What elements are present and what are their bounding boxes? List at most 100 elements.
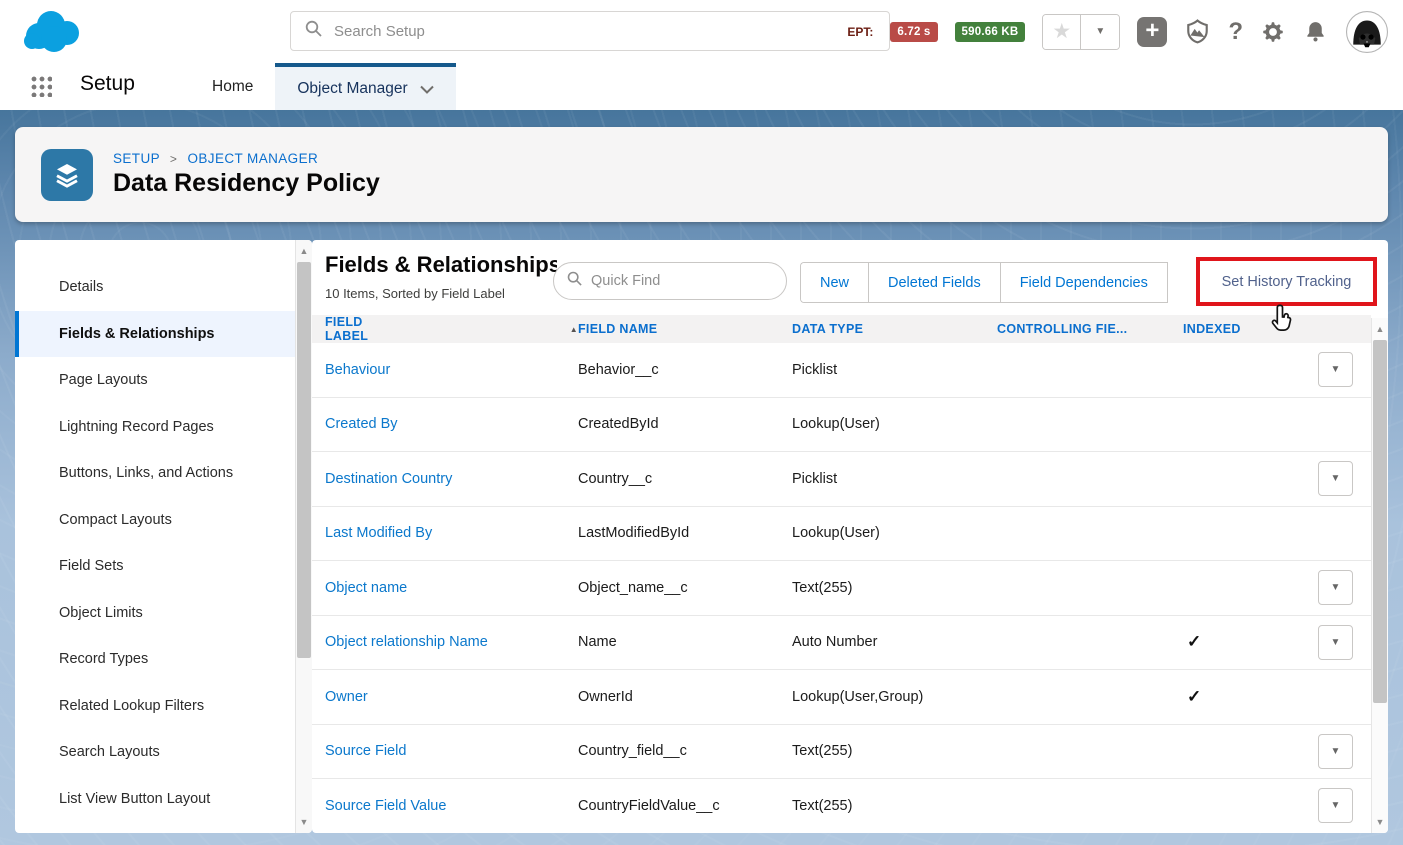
- scroll-up-arrow-icon[interactable]: ▲: [1372, 324, 1388, 334]
- ept-size-badge: 590.66 KB: [954, 21, 1026, 42]
- object-sidebar: Details Fields & Relationships Page Layo…: [15, 240, 312, 833]
- field-name-value: OwnerId: [578, 688, 633, 705]
- sidebar-item-search-layouts[interactable]: Search Layouts: [15, 729, 312, 776]
- annotation-highlight-box: Set History Tracking: [1196, 257, 1377, 306]
- field-label-link[interactable]: Object name: [325, 580, 407, 596]
- breadcrumb-setup-link[interactable]: SETUP: [113, 151, 160, 166]
- set-history-tracking-button[interactable]: Set History Tracking: [1200, 261, 1373, 302]
- global-search-box[interactable]: [290, 11, 890, 51]
- sidebar-item-list-view-button-layout[interactable]: List View Button Layout: [15, 776, 312, 823]
- deleted-fields-button[interactable]: Deleted Fields: [869, 263, 1001, 302]
- sidebar-item-page-layouts[interactable]: Page Layouts: [15, 357, 312, 404]
- scrollbar-thumb[interactable]: [297, 262, 311, 658]
- trailhead-help-icon[interactable]: [1184, 18, 1211, 45]
- field-label-link[interactable]: Source Field: [325, 743, 406, 759]
- sidebar-item-details[interactable]: Details: [15, 264, 312, 311]
- salesforce-setup-page: EPT: 6.72 s 590.66 KB ★ ▼ + ?: [0, 0, 1403, 845]
- salesforce-logo-icon: [18, 6, 88, 61]
- table-scrollbar[interactable]: ▲ ▼: [1371, 318, 1388, 833]
- sidebar-item-record-types[interactable]: Record Types: [15, 636, 312, 683]
- field-name-value: CountryFieldValue__c: [578, 797, 720, 814]
- row-actions-dropdown-button[interactable]: ▼: [1318, 624, 1353, 660]
- column-controlling-field[interactable]: CONTROLLING FIE...: [997, 322, 1183, 336]
- row-actions-dropdown-button[interactable]: ▼: [1318, 733, 1353, 769]
- sidebar-item-field-sets[interactable]: Field Sets: [15, 543, 312, 590]
- sidebar-item-object-limits[interactable]: Object Limits: [15, 590, 312, 637]
- mouse-cursor-icon: [1269, 302, 1301, 341]
- sidebar-item-related-lookup-filters[interactable]: Related Lookup Filters: [15, 683, 312, 730]
- field-name-value: LastModifiedById: [578, 525, 690, 542]
- field-label-link[interactable]: Source Field Value: [325, 798, 446, 814]
- table-row: Source Field Country_field__c Text(255) …: [312, 725, 1371, 779]
- data-type-value: Picklist: [792, 361, 838, 378]
- field-label-link[interactable]: Created By: [325, 416, 398, 432]
- help-icon[interactable]: ?: [1228, 18, 1243, 46]
- table-row: Owner OwnerId Lookup(User,Group) ✓: [312, 670, 1371, 725]
- object-header-card: SETUP > OBJECT MANAGER Data Residency Po…: [15, 127, 1388, 222]
- global-search-input[interactable]: [334, 22, 860, 40]
- quick-find-box[interactable]: [553, 262, 787, 300]
- data-type-value: Lookup(User): [792, 416, 880, 433]
- app-launcher-icon[interactable]: [30, 75, 52, 97]
- search-icon: [567, 271, 582, 291]
- sidebar-item-lightning-record-pages[interactable]: Lightning Record Pages: [15, 404, 312, 451]
- data-type-value: Text(255): [792, 797, 853, 814]
- sidebar-scrollbar[interactable]: ▲ ▼: [295, 240, 312, 833]
- ept-time-badge: 6.72 s: [890, 21, 938, 42]
- panel-subtitle: 10 Items, Sorted by Field Label: [325, 286, 505, 301]
- user-avatar[interactable]: [1345, 10, 1389, 54]
- field-label-link[interactable]: Destination Country: [325, 471, 452, 487]
- field-dependencies-button[interactable]: Field Dependencies: [1000, 263, 1168, 302]
- row-actions-dropdown-button[interactable]: ▼: [1318, 352, 1353, 388]
- field-name-value: CreatedById: [578, 416, 659, 433]
- row-actions-dropdown-button[interactable]: ▼: [1318, 461, 1353, 497]
- indexed-checkmark-icon: ✓: [1187, 632, 1202, 652]
- object-manager-icon: [41, 148, 93, 201]
- setup-app-label: Setup: [80, 72, 135, 95]
- table-header-row: FIELD LABEL ▲ FIELD NAME DATA TYPE CONTR…: [312, 315, 1371, 343]
- tab-home[interactable]: Home: [190, 63, 275, 110]
- data-type-value: Picklist: [792, 470, 838, 487]
- favorites-dropdown-button[interactable]: ▼: [1081, 14, 1120, 49]
- breadcrumb-object-manager-link[interactable]: OBJECT MANAGER: [188, 151, 319, 166]
- field-label-link[interactable]: Behaviour: [325, 362, 390, 378]
- row-actions-dropdown-button[interactable]: ▼: [1318, 788, 1353, 824]
- setup-nav-bar: Setup Home Object Manager: [0, 63, 1403, 110]
- sidebar-item-compact-layouts[interactable]: Compact Layouts: [15, 497, 312, 544]
- field-label-link[interactable]: Last Modified By: [325, 525, 432, 541]
- notifications-bell-icon[interactable]: [1303, 19, 1328, 44]
- scroll-down-arrow-icon[interactable]: ▼: [296, 817, 312, 827]
- scroll-down-arrow-icon[interactable]: ▼: [1372, 817, 1388, 827]
- breadcrumb: SETUP > OBJECT MANAGER: [113, 151, 319, 166]
- sidebar-item-buttons-links-and-actions[interactable]: Buttons, Links, and Actions: [15, 450, 312, 497]
- new-button[interactable]: New: [801, 263, 870, 302]
- column-field-name[interactable]: FIELD NAME: [578, 322, 792, 336]
- chevron-down-icon: [419, 81, 434, 99]
- sidebar-item-fields-relationships[interactable]: Fields & Relationships: [15, 310, 312, 357]
- table-actions-group: New Deleted Fields Field Dependencies: [800, 262, 1168, 303]
- search-icon: [305, 20, 322, 42]
- data-type-value: Lookup(User,Group): [792, 688, 924, 705]
- field-label-link[interactable]: Owner: [325, 689, 368, 705]
- scroll-up-arrow-icon[interactable]: ▲: [296, 246, 312, 256]
- column-field-label[interactable]: FIELD LABEL ▲: [325, 315, 578, 343]
- favorite-star-button[interactable]: ★: [1043, 14, 1082, 49]
- data-type-value: Text(255): [792, 579, 853, 596]
- page-title: Data Residency Policy: [113, 169, 380, 197]
- table-row: Object name Object_name__c Text(255) ▼: [312, 561, 1371, 616]
- field-label-link[interactable]: Object relationship Name: [325, 634, 488, 650]
- data-type-value: Lookup(User): [792, 525, 880, 542]
- setup-gear-icon[interactable]: [1260, 19, 1286, 45]
- scrollbar-thumb[interactable]: [1373, 340, 1387, 703]
- field-name-value: Object_name__c: [578, 579, 688, 596]
- tab-object-manager[interactable]: Object Manager: [275, 63, 456, 110]
- global-header: EPT: 6.72 s 590.66 KB ★ ▼ + ?: [0, 0, 1403, 63]
- quick-find-input[interactable]: [591, 273, 761, 289]
- add-favorite-button[interactable]: +: [1137, 16, 1168, 47]
- sort-ascending-icon: ▲: [569, 324, 578, 334]
- table-row: Destination Country Country__c Picklist …: [312, 452, 1371, 507]
- ept-label: EPT:: [847, 24, 874, 39]
- data-type-value: Text(255): [792, 743, 853, 760]
- column-data-type[interactable]: DATA TYPE: [792, 322, 997, 336]
- row-actions-dropdown-button[interactable]: ▼: [1318, 570, 1353, 606]
